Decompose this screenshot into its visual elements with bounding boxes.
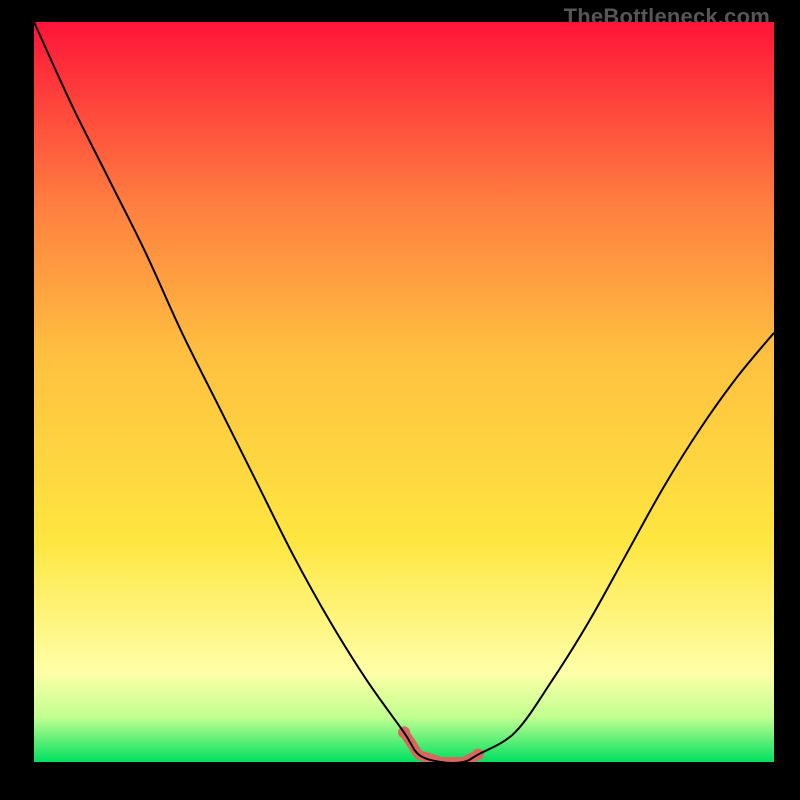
plot-area (34, 22, 774, 762)
gradient-background (34, 22, 774, 762)
chart-frame: TheBottleneck.com (0, 0, 800, 800)
chart-svg (34, 22, 774, 762)
